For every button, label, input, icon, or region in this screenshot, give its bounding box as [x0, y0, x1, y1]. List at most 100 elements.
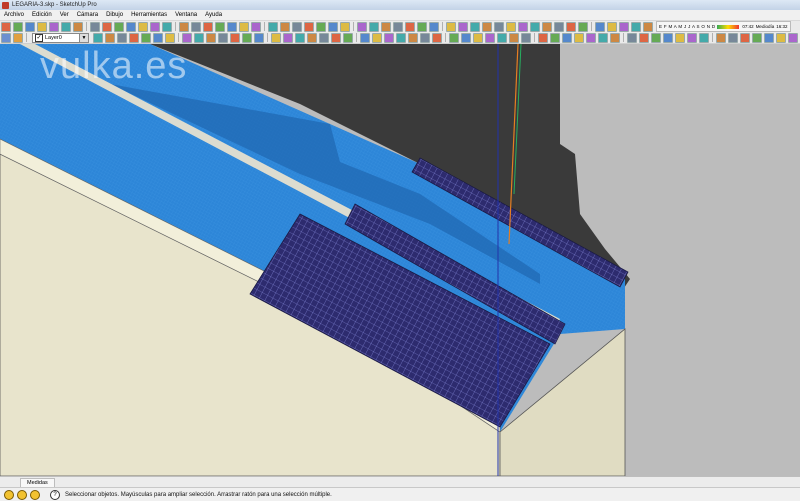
tool-button-icon[interactable] [396, 32, 406, 43]
tool-button-icon[interactable] [304, 21, 314, 32]
tool-button-icon[interactable] [509, 32, 519, 43]
tool-button-icon[interactable] [384, 32, 394, 43]
tool-button-icon[interactable] [554, 21, 564, 32]
layer-visible-checkbox[interactable]: ✓ [35, 33, 43, 42]
tool-button-icon[interactable] [61, 21, 71, 32]
tool-button-icon[interactable] [153, 32, 163, 43]
pan-tool-icon[interactable] [13, 32, 23, 43]
tool-button-icon[interactable] [191, 21, 201, 32]
user-icon[interactable] [30, 489, 40, 500]
tool-button-icon[interactable] [675, 32, 685, 43]
tool-button-icon[interactable] [93, 32, 103, 43]
menu-dibujo[interactable]: Dibujo [102, 12, 127, 18]
tool-button-icon[interactable] [432, 32, 442, 43]
tool-button-icon[interactable] [73, 21, 83, 32]
tool-button-icon[interactable] [227, 21, 237, 32]
tool-button-icon[interactable] [179, 21, 189, 32]
geolocation-icon[interactable] [4, 489, 14, 500]
tool-button-icon[interactable] [37, 21, 47, 32]
tool-button-icon[interactable] [458, 21, 468, 32]
tool-button-icon[interactable] [90, 21, 100, 32]
tool-button-icon[interactable] [331, 32, 341, 43]
tool-button-icon[interactable] [162, 21, 172, 32]
tool-button-icon[interactable] [497, 32, 507, 43]
tool-button-icon[interactable] [138, 21, 148, 32]
tool-button-icon[interactable] [271, 32, 281, 43]
tool-button-icon[interactable] [150, 21, 160, 32]
tool-button-icon[interactable] [595, 21, 605, 32]
tool-button-icon[interactable] [316, 21, 326, 32]
tool-button-icon[interactable] [141, 32, 151, 43]
tool-button-icon[interactable] [566, 21, 576, 32]
tool-button-icon[interactable] [126, 21, 136, 32]
tool-button-icon[interactable] [627, 32, 637, 43]
tool-button-icon[interactable] [740, 32, 750, 43]
tool-button-icon[interactable] [699, 32, 709, 43]
tool-button-icon[interactable] [728, 32, 738, 43]
tool-button-icon[interactable] [357, 21, 367, 32]
tool-button-icon[interactable] [776, 32, 786, 43]
tool-button-icon[interactable] [268, 21, 278, 32]
menu-edicion[interactable]: Edición [28, 12, 56, 18]
tool-button-icon[interactable] [102, 21, 112, 32]
tool-button-icon[interactable] [598, 32, 608, 43]
tool-button-icon[interactable] [429, 21, 439, 32]
tool-button-icon[interactable] [242, 32, 252, 43]
tool-button-icon[interactable] [117, 32, 127, 43]
drawing-viewport[interactable]: vulka.es [0, 44, 800, 476]
tool-button-icon[interactable] [13, 21, 23, 32]
tool-button-icon[interactable] [372, 32, 382, 43]
tool-button-icon[interactable] [550, 32, 560, 43]
tool-button-icon[interactable] [215, 21, 225, 32]
tool-button-icon[interactable] [218, 32, 228, 43]
shadow-date-slider[interactable] [717, 24, 740, 29]
menu-ventana[interactable]: Ventana [171, 12, 201, 18]
menu-herramientas[interactable]: Herramientas [127, 12, 171, 18]
tool-button-icon[interactable] [494, 21, 504, 32]
tool-button-icon[interactable] [542, 21, 552, 32]
tool-button-icon[interactable] [295, 32, 305, 43]
layer-selector[interactable]: ✓ Layer0 ▼ [32, 32, 89, 43]
tool-button-icon[interactable] [340, 21, 350, 32]
tool-button-icon[interactable] [752, 32, 762, 43]
tool-button-icon[interactable] [307, 32, 317, 43]
tool-button-icon[interactable] [319, 32, 329, 43]
tool-button-icon[interactable] [254, 32, 264, 43]
menu-archivo[interactable]: Archivo [0, 12, 28, 18]
tool-button-icon[interactable] [619, 21, 629, 32]
tool-button-icon[interactable] [470, 21, 480, 32]
tool-button-icon[interactable] [473, 32, 483, 43]
tool-button-icon[interactable] [369, 21, 379, 32]
tool-button-icon[interactable] [417, 21, 427, 32]
tab-medidas[interactable]: Medidas [20, 478, 55, 487]
help-icon[interactable]: ? [50, 489, 60, 500]
tool-button-icon[interactable] [251, 21, 261, 32]
tool-button-icon[interactable] [203, 21, 213, 32]
tool-button-icon[interactable] [562, 32, 572, 43]
tool-button-icon[interactable] [360, 32, 370, 43]
tool-button-icon[interactable] [651, 32, 661, 43]
tool-button-icon[interactable] [663, 32, 673, 43]
credits-icon[interactable] [17, 489, 27, 500]
tool-button-icon[interactable] [25, 21, 35, 32]
menu-ver[interactable]: Ver [56, 12, 73, 18]
orbit-tool-icon[interactable] [1, 32, 11, 43]
tool-button-icon[interactable] [408, 32, 418, 43]
menu-camara[interactable]: Cámara [73, 12, 102, 18]
tool-button-icon[interactable] [239, 21, 249, 32]
tool-button-icon[interactable] [420, 32, 430, 43]
tool-button-icon[interactable] [574, 32, 584, 43]
tool-button-icon[interactable] [461, 32, 471, 43]
tool-button-icon[interactable] [764, 32, 774, 43]
tool-button-icon[interactable] [292, 21, 302, 32]
tool-button-icon[interactable] [506, 21, 516, 32]
tool-button-icon[interactable] [114, 21, 124, 32]
tool-button-icon[interactable] [538, 32, 548, 43]
tool-button-icon[interactable] [449, 32, 459, 43]
tool-button-icon[interactable] [530, 21, 540, 32]
tool-button-icon[interactable] [631, 21, 641, 32]
tool-button-icon[interactable] [328, 21, 338, 32]
tool-button-icon[interactable] [716, 32, 726, 43]
tool-button-icon[interactable] [182, 32, 192, 43]
menu-ayuda[interactable]: Ayuda [201, 12, 226, 18]
